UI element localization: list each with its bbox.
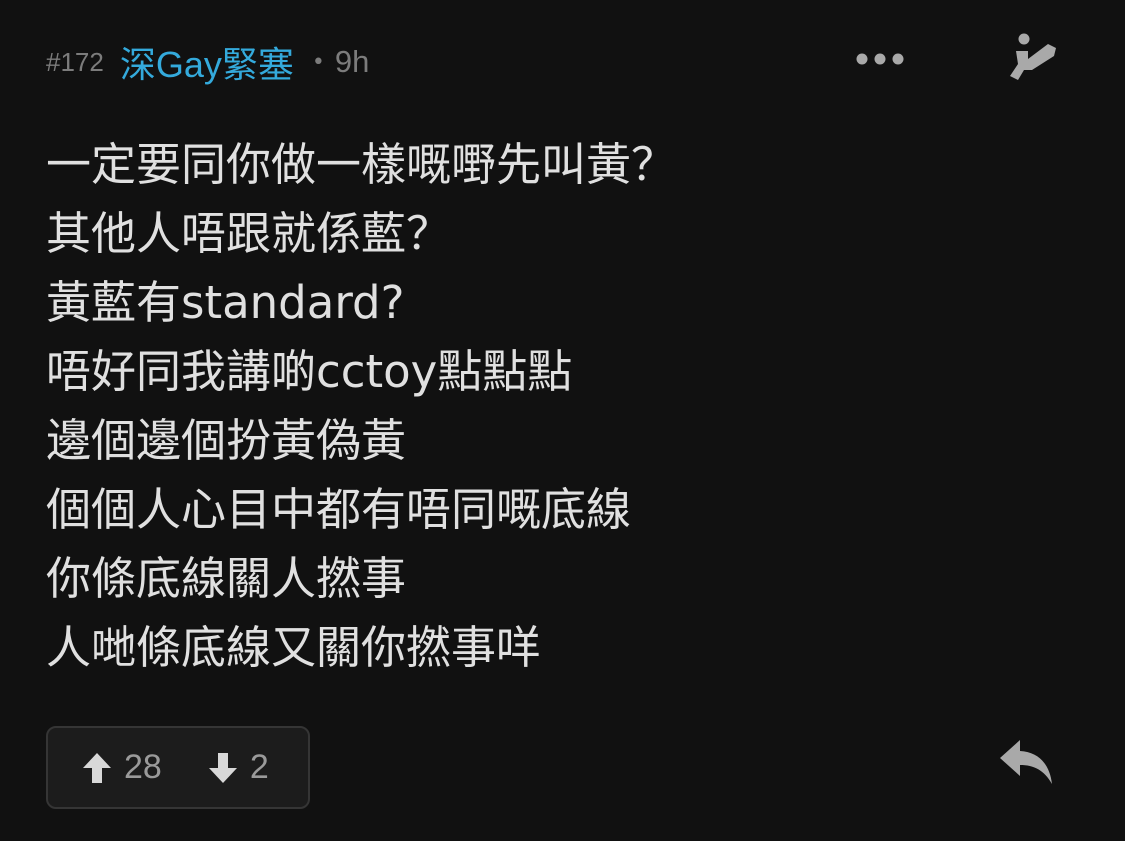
post-line: 邊個邊個扮黃偽黃 [46,414,407,467]
downvote-button[interactable]: 2 [208,748,269,787]
post-content: 一定要同你做一樣嘅嘢先叫黃？ 其他人唔跟就係藍？ 黃藍有standard? 唔好… [46,130,1076,682]
more-options-button[interactable] [852,40,910,78]
arrow-down-icon [208,752,237,783]
upvote-count: 28 [124,748,162,786]
upvote-button[interactable]: 28 [82,748,162,787]
reply-button[interactable] [996,734,1056,790]
post-header: #172 深Gay緊塞 • 9h [46,34,369,90]
post-number: #172 [46,46,104,77]
post-line: 唔好同我講啲cctoy點點點 [46,345,573,398]
post-line: 黃藍有standard? [46,276,405,329]
quote-icon [1010,33,1056,80]
reply-icon [1000,740,1052,784]
arrow-up-icon [83,752,111,783]
post-line: 你條底線關人撚事 [46,552,407,605]
post-line: 其他人唔跟就係藍？ [46,207,452,260]
separator-dot: • [311,49,325,75]
downvote-count: 2 [249,748,269,786]
more-horizontal-icon [856,53,904,65]
vote-box: 28 2 [46,726,310,809]
quote-button[interactable] [1002,30,1062,86]
post-timestamp: 9h [334,44,370,79]
username-link[interactable]: 深Gay緊塞 [120,36,294,88]
post-line: 一定要同你做一樣嘅嘢先叫黃？ [46,138,677,191]
post-line: 個個人心目中都有唔同嘅底線 [46,483,632,536]
post-line: 人哋條底線又關你撚事咩 [46,621,542,674]
